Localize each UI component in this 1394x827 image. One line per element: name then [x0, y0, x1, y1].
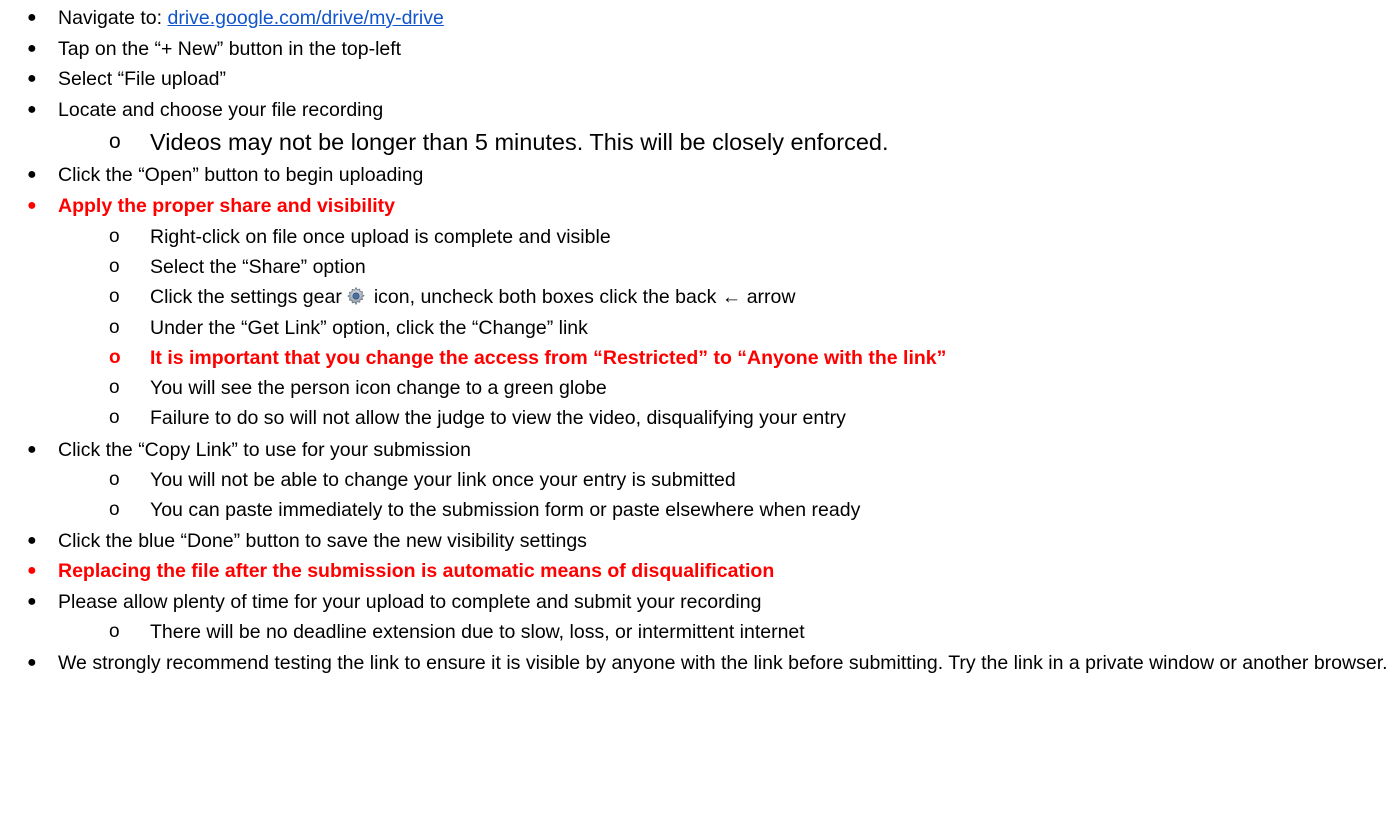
bullet-icon: ●	[27, 532, 37, 549]
list-item-text: Apply the proper share and visibility	[58, 195, 395, 217]
list-item-text: Click the settings gear	[150, 286, 342, 308]
sub-bullet-icon: o	[109, 317, 120, 338]
list-item-text: Select “File upload”	[58, 68, 226, 90]
drive-link[interactable]: drive.google.com/drive/my-drive	[167, 7, 443, 29]
list-item-text: Please allow plenty of time for your upl…	[58, 591, 762, 613]
list-item-text: Videos may not be longer than 5 minutes.…	[150, 129, 889, 155]
bullet-icon: ●	[27, 593, 37, 610]
instructions-document: ● Navigate to: drive.google.com/drive/my…	[0, 0, 1394, 827]
list-item-text: Navigate to:	[58, 7, 168, 29]
sub-bullet-icon: o	[109, 621, 120, 642]
list-item-text: icon, uncheck both boxes click the back …	[373, 286, 796, 308]
list-item-text: Locate and choose your file recording	[58, 99, 384, 121]
sub-bullet-icon: o	[109, 130, 121, 153]
list-item-text: Under the “Get Link” option, click the “…	[150, 317, 588, 339]
bullet-icon: ●	[27, 70, 37, 87]
sub-bullet-icon: o	[109, 256, 120, 277]
sub-bullet-icon: o	[109, 226, 120, 247]
list-item-text: There will be no deadline extension due …	[150, 621, 805, 643]
bullet-icon: ●	[27, 197, 37, 214]
sub-bullet-icon: o	[109, 499, 120, 520]
list-item-text: You will see the person icon change to a…	[150, 377, 607, 399]
list-item-text: It is important that you change the acce…	[150, 347, 947, 369]
list-item-text: Click the “Copy Link” to use for your su…	[58, 439, 471, 461]
list-item-text: You can paste immediately to the submiss…	[150, 499, 861, 521]
list-item-text: Click the blue “Done” button to save the…	[58, 530, 587, 552]
sub-bullet-icon: o	[109, 407, 120, 428]
bullet-icon: ●	[27, 40, 37, 57]
bullet-icon: ●	[27, 9, 37, 26]
sub-bullet-icon: o	[109, 286, 120, 307]
sub-bullet-icon: o	[109, 347, 121, 368]
list-item-text: Failure to do so will not allow the judg…	[150, 407, 846, 429]
bullet-icon: ●	[27, 654, 37, 671]
list-item-text: Select the “Share” option	[150, 256, 366, 278]
bullet-icon: ●	[27, 562, 37, 579]
list-item-text: Replacing the file after the submission …	[58, 560, 775, 582]
bullet-icon: ●	[27, 101, 37, 118]
gear-icon	[346, 286, 366, 306]
list-item-text: Right-click on file once upload is compl…	[150, 226, 611, 248]
list-item-text: Click the “Open” button to begin uploadi…	[58, 164, 424, 186]
bullet-icon: ●	[27, 441, 37, 458]
list-item-text: You will not be able to change your link…	[150, 469, 736, 491]
list-item-text: We strongly recommend testing the link t…	[58, 652, 1388, 674]
list-item-text: Tap on the “+ New” button in the top-lef…	[58, 38, 402, 60]
sub-bullet-icon: o	[109, 469, 120, 490]
bullet-icon: ●	[27, 166, 37, 183]
sub-bullet-icon: o	[109, 377, 120, 398]
